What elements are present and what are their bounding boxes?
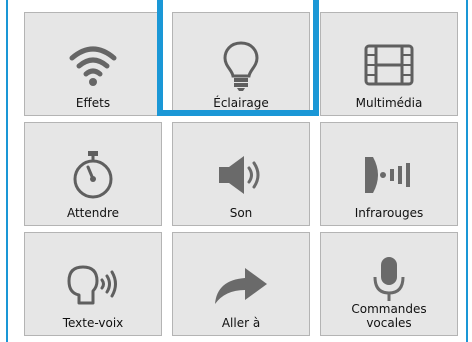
arrow-redo-icon [173,255,309,315]
tile-label: Aller à [221,316,261,330]
tile-infrared[interactable]: Infrarouges [320,122,458,226]
tile-label: Infrarouges [354,206,424,220]
microphone-icon [321,249,457,309]
tile-text-to-speech[interactable]: Texte-voix [24,232,162,336]
stopwatch-icon [25,145,161,205]
tile-effects[interactable]: Effets [24,12,162,116]
speaker-icon [173,145,309,205]
tile-label: Éclairage [213,96,269,110]
tile-label: Attendre [66,206,120,220]
tile-label: Effets [75,96,111,110]
tile-wait[interactable]: Attendre [24,122,162,226]
wifi-icon [25,35,161,95]
tile-label: Texte-voix [62,316,124,330]
tile-voice-commands[interactable]: Commandes vocales [320,232,458,336]
tile-lighting[interactable]: Éclairage [172,12,310,116]
lightbulb-icon [173,35,309,95]
film-icon [321,35,457,95]
tile-label: Son [229,206,253,220]
text-to-speech-icon [25,255,161,315]
tile-sound[interactable]: Son [172,122,310,226]
tile-goto[interactable]: Aller à [172,232,310,336]
infrared-icon [321,145,457,205]
tile-multimedia[interactable]: Multimédia [320,12,458,116]
tile-label: Commandes vocales [351,302,427,330]
tile-label: Multimédia [355,96,423,110]
